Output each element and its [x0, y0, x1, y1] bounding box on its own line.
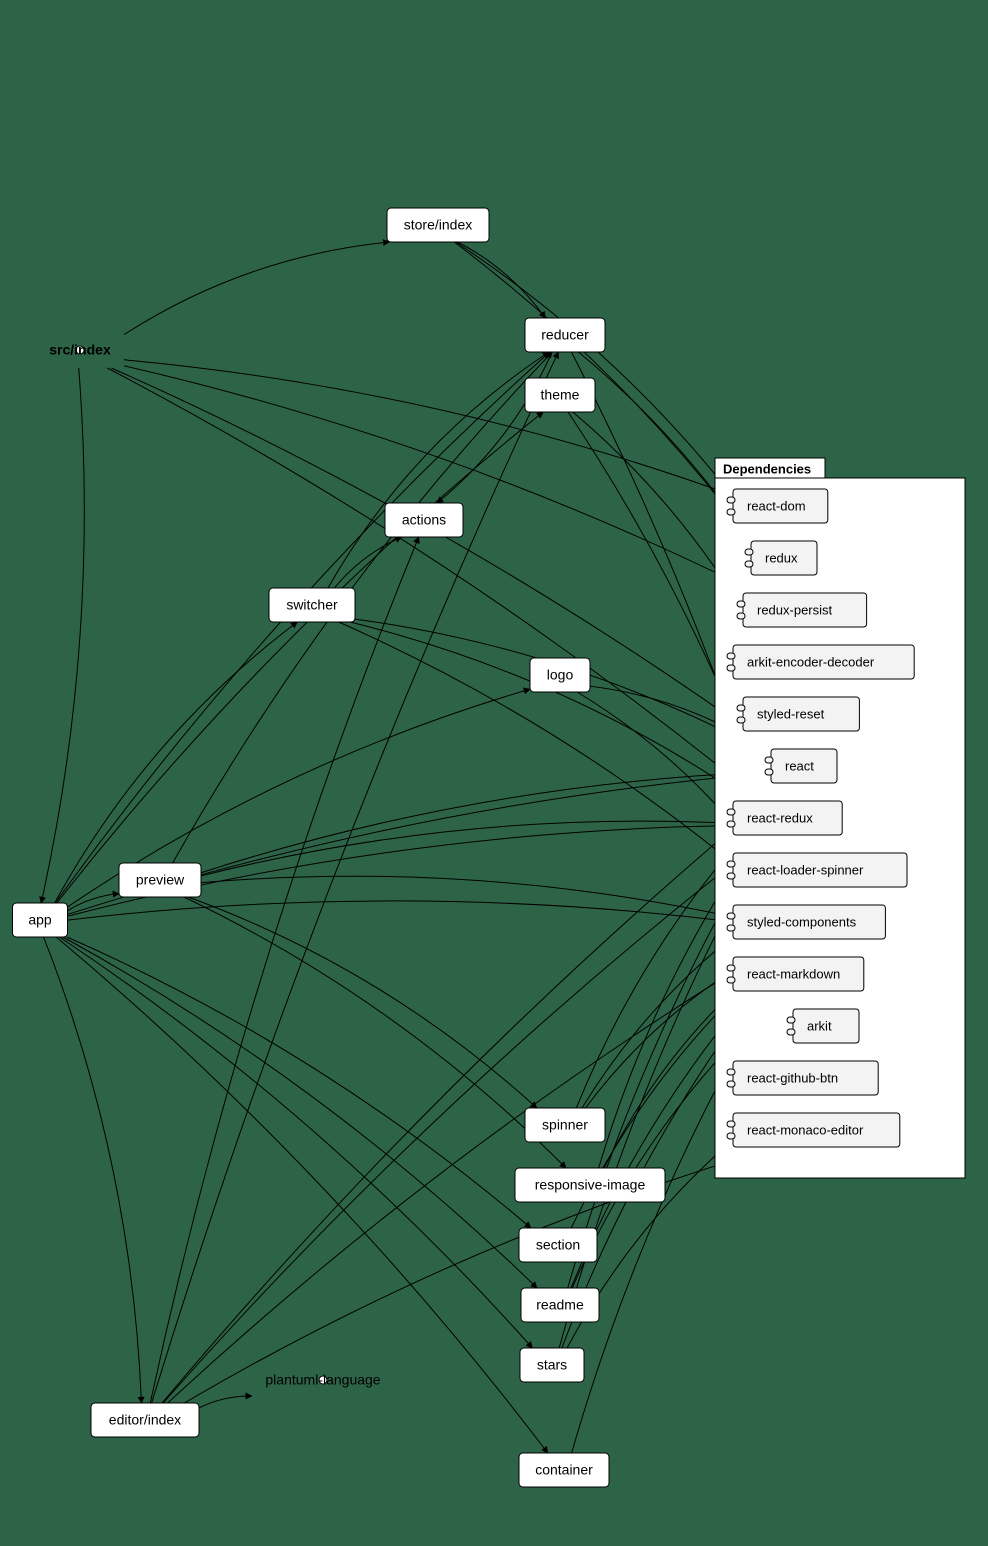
dep-react_github_btn: react-github-btn — [727, 1061, 878, 1095]
dep-react_dom: react-dom — [727, 489, 828, 523]
node-reducer-label: reducer — [541, 327, 589, 343]
node-spinner-label: spinner — [542, 1117, 588, 1133]
node-preview-label: preview — [136, 872, 185, 888]
node-logo-label: logo — [547, 667, 574, 683]
node-actions: actions — [385, 503, 463, 537]
edge-app-stars — [60, 937, 533, 1348]
edge-src_index-react_dom — [124, 360, 733, 496]
node-reducer: reducer — [525, 318, 605, 352]
dep-react_redux: react-redux — [727, 801, 842, 835]
dep-redux_persist-label: redux-persist — [757, 602, 833, 617]
edge-editor_index-react_redux — [163, 835, 769, 1403]
node-editor_index: editor/index — [91, 1403, 199, 1437]
dep-react: react — [765, 749, 837, 783]
edge-preview-styled_components — [201, 876, 733, 917]
dep-react_loader_spinner-label: react-loader-spinner — [747, 862, 864, 877]
node-plantuml_language-label: plantuml-language — [265, 1372, 380, 1388]
edge-src_index-store_index — [124, 242, 389, 335]
edge-switcher-reducer — [328, 352, 549, 588]
dep-redux_persist: redux-persist — [737, 593, 867, 627]
dep-redux: redux — [745, 541, 817, 575]
dep-styled_reset: styled-reset — [737, 697, 859, 731]
node-readme: readme — [521, 1288, 599, 1322]
node-actions-label: actions — [402, 512, 446, 528]
dep-redux-label: redux — [765, 550, 798, 565]
node-switcher-label: switcher — [286, 597, 338, 613]
node-responsive_image: responsive-image — [515, 1168, 665, 1202]
node-app: app — [13, 903, 68, 937]
node-section: section — [519, 1228, 597, 1262]
edge-src_index-react — [111, 368, 774, 749]
node-theme: theme — [525, 378, 595, 412]
dep-styled_components-label: styled-components — [747, 914, 857, 929]
node-container-label: container — [535, 1462, 593, 1478]
dep-react_monaco_editor-label: react-monaco-editor — [747, 1122, 864, 1137]
edge-reducer-actions — [437, 352, 552, 503]
node-responsive_image-label: responsive-image — [535, 1177, 646, 1193]
dep-react_markdown: react-markdown — [727, 957, 864, 991]
node-store_index-label: store/index — [404, 217, 472, 233]
node-stars-label: stars — [537, 1357, 567, 1373]
node-editor_index-label: editor/index — [109, 1412, 181, 1428]
dep-react_markdown-label: react-markdown — [747, 966, 840, 981]
dep-react_monaco_editor: react-monaco-editor — [727, 1113, 900, 1147]
dep-arkit_encoder_decoder-label: arkit-encoder-decoder — [747, 654, 875, 669]
edge-editor_index-styled_components — [168, 939, 787, 1403]
node-readme-label: readme — [536, 1297, 584, 1313]
node-plantuml_language: plantuml-language — [265, 1372, 380, 1388]
dep-react_github_btn-label: react-github-btn — [747, 1070, 838, 1085]
dependencies-title: Dependencies — [723, 461, 811, 476]
edge-editor_index-react — [162, 783, 787, 1403]
node-spinner: spinner — [525, 1108, 605, 1142]
node-logo: logo — [530, 658, 590, 692]
dep-styled_components: styled-components — [727, 905, 885, 939]
dep-arkit_encoder_decoder: arkit-encoder-decoder — [727, 645, 914, 679]
dep-react-label: react — [785, 758, 814, 773]
edge-app-editor_index — [44, 937, 142, 1403]
edge-preview-react — [201, 772, 771, 873]
dep-arkit-label: arkit — [807, 1018, 832, 1033]
node-stars: stars — [520, 1348, 584, 1382]
node-container: container — [519, 1453, 609, 1487]
node-theme-label: theme — [541, 387, 580, 403]
edge-store_index-reducer — [458, 242, 546, 318]
node-switcher: switcher — [269, 588, 355, 622]
node-src_index-label: src/index — [49, 342, 111, 358]
edge-preview-reducer — [173, 352, 553, 863]
node-src_index: src/index — [49, 342, 111, 358]
edge-preview-spinner — [188, 897, 537, 1108]
edge-switcher-actions — [334, 537, 401, 588]
dependency-graph: Dependencies react-dom redux redux-persist a… — [0, 0, 988, 1546]
dep-arkit: arkit — [787, 1009, 859, 1043]
edge-src_index-app — [41, 368, 84, 903]
edge-app-section — [67, 937, 531, 1228]
dep-react_loader_spinner: react-loader-spinner — [727, 853, 907, 887]
node-section-label: section — [536, 1237, 580, 1253]
edge-app-reducer — [55, 352, 549, 903]
dep-react_dom-label: react-dom — [747, 498, 806, 513]
dep-styled_reset-label: styled-reset — [757, 706, 825, 721]
dep-react_redux-label: react-redux — [747, 810, 813, 825]
node-app-label: app — [28, 912, 52, 928]
edge-editor_index-plantuml_language — [199, 1396, 252, 1408]
edge-editor_index-actions — [150, 537, 418, 1403]
edge-src_index-react_redux — [107, 368, 762, 801]
edge-app-styled_components — [68, 901, 734, 922]
edge-app-readme — [63, 937, 537, 1288]
edge-src_index-redux_persist — [124, 366, 757, 593]
node-preview: preview — [119, 863, 201, 897]
node-store_index: store/index — [387, 208, 489, 242]
edge-preview-responsive_image — [184, 897, 566, 1168]
